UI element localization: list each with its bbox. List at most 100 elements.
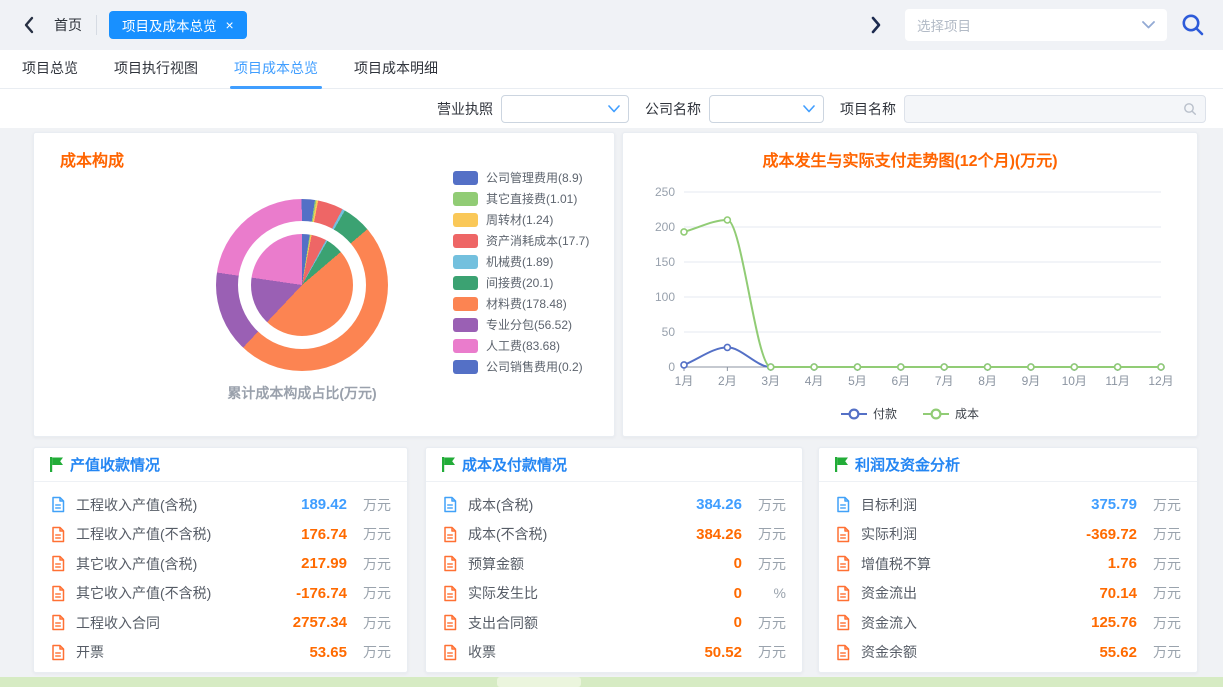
stat-row: 其它收入产值(含税)217.99万元: [50, 549, 391, 579]
divider: [96, 15, 97, 35]
stat-label: 成本(不含税): [468, 524, 547, 544]
stat-label: 资金流出: [861, 583, 917, 603]
stat-label: 实际发生比: [468, 583, 538, 603]
active-page-chip[interactable]: 项目及成本总览 ×: [109, 11, 247, 39]
pie-legend-item-1[interactable]: 其它直接费(1.01): [453, 188, 589, 209]
pie-legend-item-5[interactable]: 间接费(20.1): [453, 272, 589, 293]
forward-icon[interactable]: [863, 12, 889, 38]
stat-row: 收票 50.52万元: [442, 638, 786, 668]
trend-line-chart: 0501001502002501月2月3月4月5月6月7月8月9月10月11月1…: [631, 173, 1191, 391]
stat-value: -176.74: [296, 585, 347, 602]
stat-unit: 万元: [742, 554, 786, 574]
pie-legend-item-2[interactable]: 周转材(1.24): [453, 209, 589, 230]
pie-legend: 公司管理费用(8.9) 其它直接费(1.01) 周转材(1.24)资产消耗成本(17…: [453, 167, 589, 377]
stat-card-body: 目标利润375.79万元实际利润-369.72万元增值税不算1.76万元资金流出…: [819, 482, 1197, 667]
stat-unit: 万元: [347, 524, 391, 544]
legend-swatch: [453, 360, 478, 374]
stat-label: 其它收入产值(不含税): [76, 583, 211, 603]
flag-icon: [835, 457, 848, 472]
pie-legend-item-3[interactable]: 资产消耗成本(17.7): [453, 230, 589, 251]
document-icon: [442, 614, 458, 631]
legend-swatch: [453, 255, 478, 269]
legend-label: 付款: [873, 405, 897, 422]
stat-value: 125.76: [1091, 614, 1137, 631]
stat-label: 工程收入产值(不含税): [76, 524, 211, 544]
stat-value: 189.42: [301, 496, 347, 513]
company-select[interactable]: [709, 95, 824, 123]
nav-tab-0[interactable]: 项目总览: [20, 58, 80, 88]
nav-tab-3[interactable]: 项目成本明细: [352, 58, 440, 88]
home-breadcrumb[interactable]: 首页: [54, 15, 82, 35]
stat-row: 支出合同额0万元: [442, 608, 786, 638]
stat-row: 工程收入合同2757.34万元: [50, 608, 391, 638]
legend-label: 其它直接费(1.01): [486, 190, 577, 207]
stat-value: 217.99: [301, 555, 347, 572]
pie-caption: 累计成本构成占比(万元): [152, 383, 452, 403]
bottom-scrollbar-thumb[interactable]: [497, 677, 581, 687]
document-icon: [50, 644, 66, 661]
data-point: [854, 364, 860, 370]
license-select[interactable]: [501, 95, 629, 123]
legend-label: 材料费(178.48): [486, 295, 567, 312]
document-icon: [50, 555, 66, 572]
pie-legend-item-6[interactable]: 材料费(178.48): [453, 293, 589, 314]
legend-marker-icon: [841, 408, 867, 420]
pie-legend-item-4[interactable]: 机械费(1.89): [453, 251, 589, 272]
chevron-down-icon: [1142, 21, 1155, 29]
line-chart-title: 成本发生与实际支付走势图(12个月)(万元): [623, 147, 1197, 171]
pie-legend-item-9[interactable]: 公司销售费用(0.2): [453, 356, 589, 377]
legend-label: 公司管理费用(8.9): [486, 169, 583, 186]
stat-row: 成本(含税)384.26万元: [442, 490, 786, 520]
y-tick-label: 0: [668, 360, 675, 374]
data-point: [898, 364, 904, 370]
nav-tab-2[interactable]: 项目成本总览: [232, 58, 320, 88]
stat-value: 0: [734, 555, 742, 572]
close-icon[interactable]: ×: [226, 18, 234, 32]
search-icon[interactable]: [1181, 13, 1205, 37]
project-select-placeholder: 选择项目: [917, 15, 1142, 35]
stat-card-title: 成本及付款情况: [462, 454, 567, 475]
data-point: [941, 364, 947, 370]
document-icon: [835, 585, 851, 602]
cost-composition-card: 成本构成 公司管理费用(8.9)其它直接费(1.01)周转材(1.24)资产消耗…: [33, 132, 615, 437]
line-legend-item-1[interactable]: 成本: [923, 405, 979, 422]
stat-unit: 万元: [347, 583, 391, 603]
nav-tab-1[interactable]: 项目执行视图: [112, 58, 200, 88]
data-point: [1071, 364, 1077, 370]
document-icon: [50, 614, 66, 631]
stat-card-body: 工程收入产值(含税)189.42万元工程收入产值(不含税)176.74万元其它收…: [34, 482, 407, 667]
stat-label: 收票: [468, 642, 496, 662]
data-point: [1115, 364, 1121, 370]
pie-inner-ring: [238, 221, 366, 349]
pie-legend-item-0[interactable]: 公司管理费用(8.9): [453, 167, 589, 188]
project-select[interactable]: 选择项目: [905, 9, 1167, 41]
stat-card-1: 成本及付款情况成本(含税)384.26万元成本(不含税)384.26万元预算金额…: [425, 447, 803, 673]
stat-label: 其它收入产值(含税): [76, 554, 197, 574]
stat-unit: %: [742, 585, 786, 601]
project-name-input[interactable]: [904, 95, 1206, 123]
legend-swatch: [453, 297, 478, 311]
stat-card-2: 利润及资金分析目标利润375.79万元实际利润-369.72万元增值税不算1.7…: [818, 447, 1198, 673]
data-point: [985, 364, 991, 370]
x-tick-label: 2月: [718, 374, 737, 388]
stat-card-header: 产值收款情况: [34, 448, 407, 482]
bottom-scrollbar-track: [0, 677, 1223, 687]
stat-row: 预算金额0万元: [442, 549, 786, 579]
line-legend-item-0[interactable]: 付款: [841, 405, 897, 422]
legend-swatch: [453, 192, 478, 206]
cost-payment-trend-card: 成本发生与实际支付走势图(12个月)(万元) 0501001502002501月…: [622, 132, 1198, 437]
license-filter-label: 营业执照: [437, 99, 493, 119]
project-name-filter-label: 项目名称: [840, 99, 896, 119]
back-icon[interactable]: [16, 12, 42, 38]
stat-unit: 万元: [742, 642, 786, 662]
stat-row: 实际发生比0%: [442, 579, 786, 609]
stat-value: 50.52: [704, 644, 742, 661]
active-page-chip-label: 项目及成本总览: [122, 15, 217, 35]
pie-legend-item-7[interactable]: 专业分包(56.52): [453, 314, 589, 335]
pie-legend-item-8[interactable]: 人工费(83.68): [453, 335, 589, 356]
stat-value: -369.72: [1086, 526, 1137, 543]
stat-value: 53.65: [309, 644, 347, 661]
app-window: 首页 项目及成本总览 × 选择项目 项目总览 项目执行视图 项目成本总览 项目成本明细…: [0, 0, 1223, 687]
series-line-0: [684, 347, 1161, 367]
data-point: [811, 364, 817, 370]
